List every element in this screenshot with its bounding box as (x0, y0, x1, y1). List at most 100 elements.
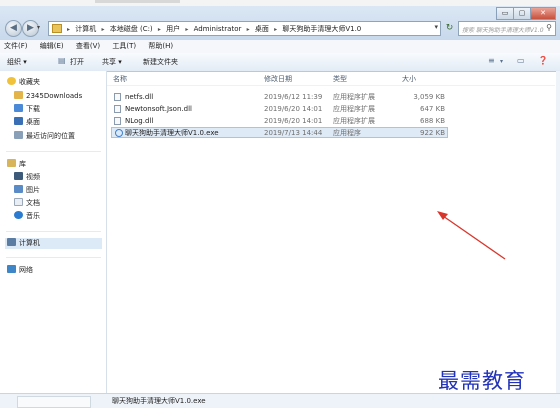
nav-divider (6, 231, 101, 232)
menu-edit[interactable]: 编辑(E) (40, 40, 64, 53)
star-icon (7, 77, 16, 85)
menu-view[interactable]: 查看(V) (76, 40, 100, 53)
nav-item-label: 2345Downloads (26, 92, 83, 100)
nav-item-desktop[interactable]: 桌面 (14, 117, 40, 128)
nav-favorites[interactable]: 收藏夹 (7, 77, 40, 88)
help-icon[interactable]: ❓ (538, 56, 548, 65)
breadcrumb-separator: ▸ (246, 26, 250, 33)
column-header-name[interactable]: 名称 (113, 74, 127, 84)
nav-item-label: 音乐 (26, 212, 40, 220)
share-button[interactable]: 共享 ▾ (102, 57, 122, 67)
file-date: 2019/6/20 14:01 (264, 105, 323, 113)
file-size: 3,059 KB (413, 93, 445, 101)
status-selected-name: 聊天狗助手清理大师V1.0.exe (112, 397, 206, 405)
dll-file-icon (114, 105, 121, 113)
menu-file[interactable]: 文件(F) (4, 40, 28, 53)
nav-computer[interactable]: 计算机 (5, 238, 102, 249)
folder-icon (52, 24, 62, 33)
breadcrumb: ▸ 计算机 ▸ 本地磁盘 (C:) ▸ 用户 ▸ Administrator ▸… (67, 24, 364, 35)
table-row-selected[interactable]: 聊天狗助手清理大师V1.0.exe 2019/7/13 14:44 应用程序 9… (111, 127, 448, 138)
watermark: 最需教育 (438, 369, 526, 393)
file-size: 647 KB (420, 105, 445, 113)
address-dropdown-icon[interactable]: ▾ (434, 23, 438, 31)
open-icon: ▤ (58, 56, 66, 65)
address-bar[interactable]: ▸ 计算机 ▸ 本地磁盘 (C:) ▸ 用户 ▸ Administrator ▸… (48, 21, 441, 36)
status-bar: 聊天狗助手清理大师V1.0.exe (0, 393, 560, 408)
file-name: Newtonsoft.Json.dll (125, 105, 192, 113)
file-size: 688 KB (420, 117, 445, 125)
nav-item-label: 桌面 (26, 118, 40, 126)
nav-item-downloads[interactable]: 下载 (14, 104, 40, 115)
breadcrumb-separator: ▸ (157, 26, 161, 33)
scrollbar-track[interactable] (556, 71, 560, 393)
computer-icon (7, 238, 16, 246)
menu-tools[interactable]: 工具(T) (112, 40, 136, 53)
preview-pane-icon[interactable]: ▭ (517, 56, 525, 65)
nav-network[interactable]: 网络 (7, 265, 33, 276)
command-bar: 组织 ▾ ▤ 打开 共享 ▾ 新建文件夹 ≡ ▾ ▭ ❓ (0, 53, 560, 72)
column-header-size[interactable]: 大小 (402, 74, 416, 84)
column-header-date[interactable]: 修改日期 (264, 74, 292, 84)
file-name: NLog.dll (125, 117, 154, 125)
breadcrumb-computer[interactable]: 计算机 (75, 25, 96, 33)
maximize-button[interactable]: ▢ (513, 7, 531, 20)
network-icon (7, 265, 16, 273)
new-folder-button[interactable]: 新建文件夹 (143, 57, 178, 67)
close-button[interactable]: ✕ (530, 7, 556, 20)
nav-item-videos[interactable]: 视频 (14, 172, 40, 183)
nav-favorites-label: 收藏夹 (19, 78, 40, 86)
folder-icon (14, 91, 23, 99)
annotation-arrow-icon (437, 211, 506, 260)
nav-item-label: 最近访问的位置 (26, 132, 75, 140)
back-button[interactable]: ◀ (5, 20, 22, 37)
breadcrumb-users[interactable]: 用户 (166, 25, 180, 33)
open-button[interactable]: 打开 (70, 57, 84, 67)
breadcrumb-current-folder[interactable]: 聊天狗助手清理大师V1.0 (282, 25, 361, 33)
forward-arrow-icon: ▶ (27, 23, 34, 33)
breadcrumb-desktop[interactable]: 桌面 (255, 25, 269, 33)
back-arrow-icon: ◀ (10, 23, 17, 33)
nav-item-2345downloads[interactable]: 2345Downloads (14, 91, 82, 102)
nav-libraries[interactable]: 库 (7, 159, 26, 170)
recent-places-icon (14, 131, 23, 139)
table-row[interactable]: Newtonsoft.Json.dll 2019/6/20 14:01 应用程序… (111, 104, 448, 115)
file-size: 922 KB (420, 129, 445, 137)
history-dropdown-icon[interactable]: ▾ (37, 24, 40, 31)
column-header-type[interactable]: 类型 (333, 74, 347, 84)
nav-item-label: 文档 (26, 199, 40, 207)
refresh-icon[interactable]: ↻ (442, 21, 457, 36)
nav-libraries-label: 库 (19, 160, 26, 168)
search-input[interactable]: 搜索 聊天狗助手清理大师V1.0 ⚲ (458, 21, 556, 36)
breadcrumb-separator: ▸ (101, 26, 105, 33)
minimize-button[interactable]: ▭ (496, 7, 514, 20)
nav-item-music[interactable]: 音乐 (14, 211, 40, 222)
menu-help[interactable]: 帮助(H) (148, 40, 173, 53)
nav-divider (6, 151, 101, 152)
nav-item-pictures[interactable]: 图片 (14, 185, 40, 196)
breadcrumb-administrator[interactable]: Administrator (194, 25, 242, 33)
nav-item-label: 视频 (26, 173, 40, 181)
nav-item-documents[interactable]: 文档 (14, 198, 40, 209)
library-icon (7, 159, 16, 167)
view-dropdown-icon[interactable]: ▾ (500, 58, 503, 65)
table-row[interactable]: NLog.dll 2019/6/20 14:01 应用程序扩展 688 KB (111, 116, 448, 127)
nav-item-label: 图片 (26, 186, 40, 194)
search-icon: ⚲ (546, 23, 552, 32)
nav-item-recent-places[interactable]: 最近访问的位置 (14, 131, 75, 142)
table-row[interactable]: netfs.dll 2019/6/12 11:39 应用程序扩展 3,059 K… (111, 92, 448, 103)
title-bar: ◀ ▶ ▾ ▸ 计算机 ▸ 本地磁盘 (C:) ▸ 用户 ▸ Administr… (0, 6, 560, 41)
header-divider (107, 85, 555, 86)
search-placeholder: 搜索 聊天狗助手清理大师V1.0 (462, 27, 544, 34)
nav-network-label: 网络 (19, 266, 33, 274)
view-options-icon[interactable]: ≡ (488, 56, 495, 65)
file-date: 2019/6/20 14:01 (264, 117, 323, 125)
file-name: 聊天狗助手清理大师V1.0.exe (125, 129, 219, 137)
file-type: 应用程序扩展 (333, 117, 375, 125)
breadcrumb-drive[interactable]: 本地磁盘 (C:) (110, 25, 153, 33)
organize-button[interactable]: 组织 ▾ (7, 57, 27, 67)
nav-computer-label: 计算机 (19, 239, 40, 247)
file-type: 应用程序 (333, 129, 361, 137)
picture-icon (14, 185, 23, 193)
dll-file-icon (114, 93, 121, 101)
document-icon (14, 198, 23, 206)
